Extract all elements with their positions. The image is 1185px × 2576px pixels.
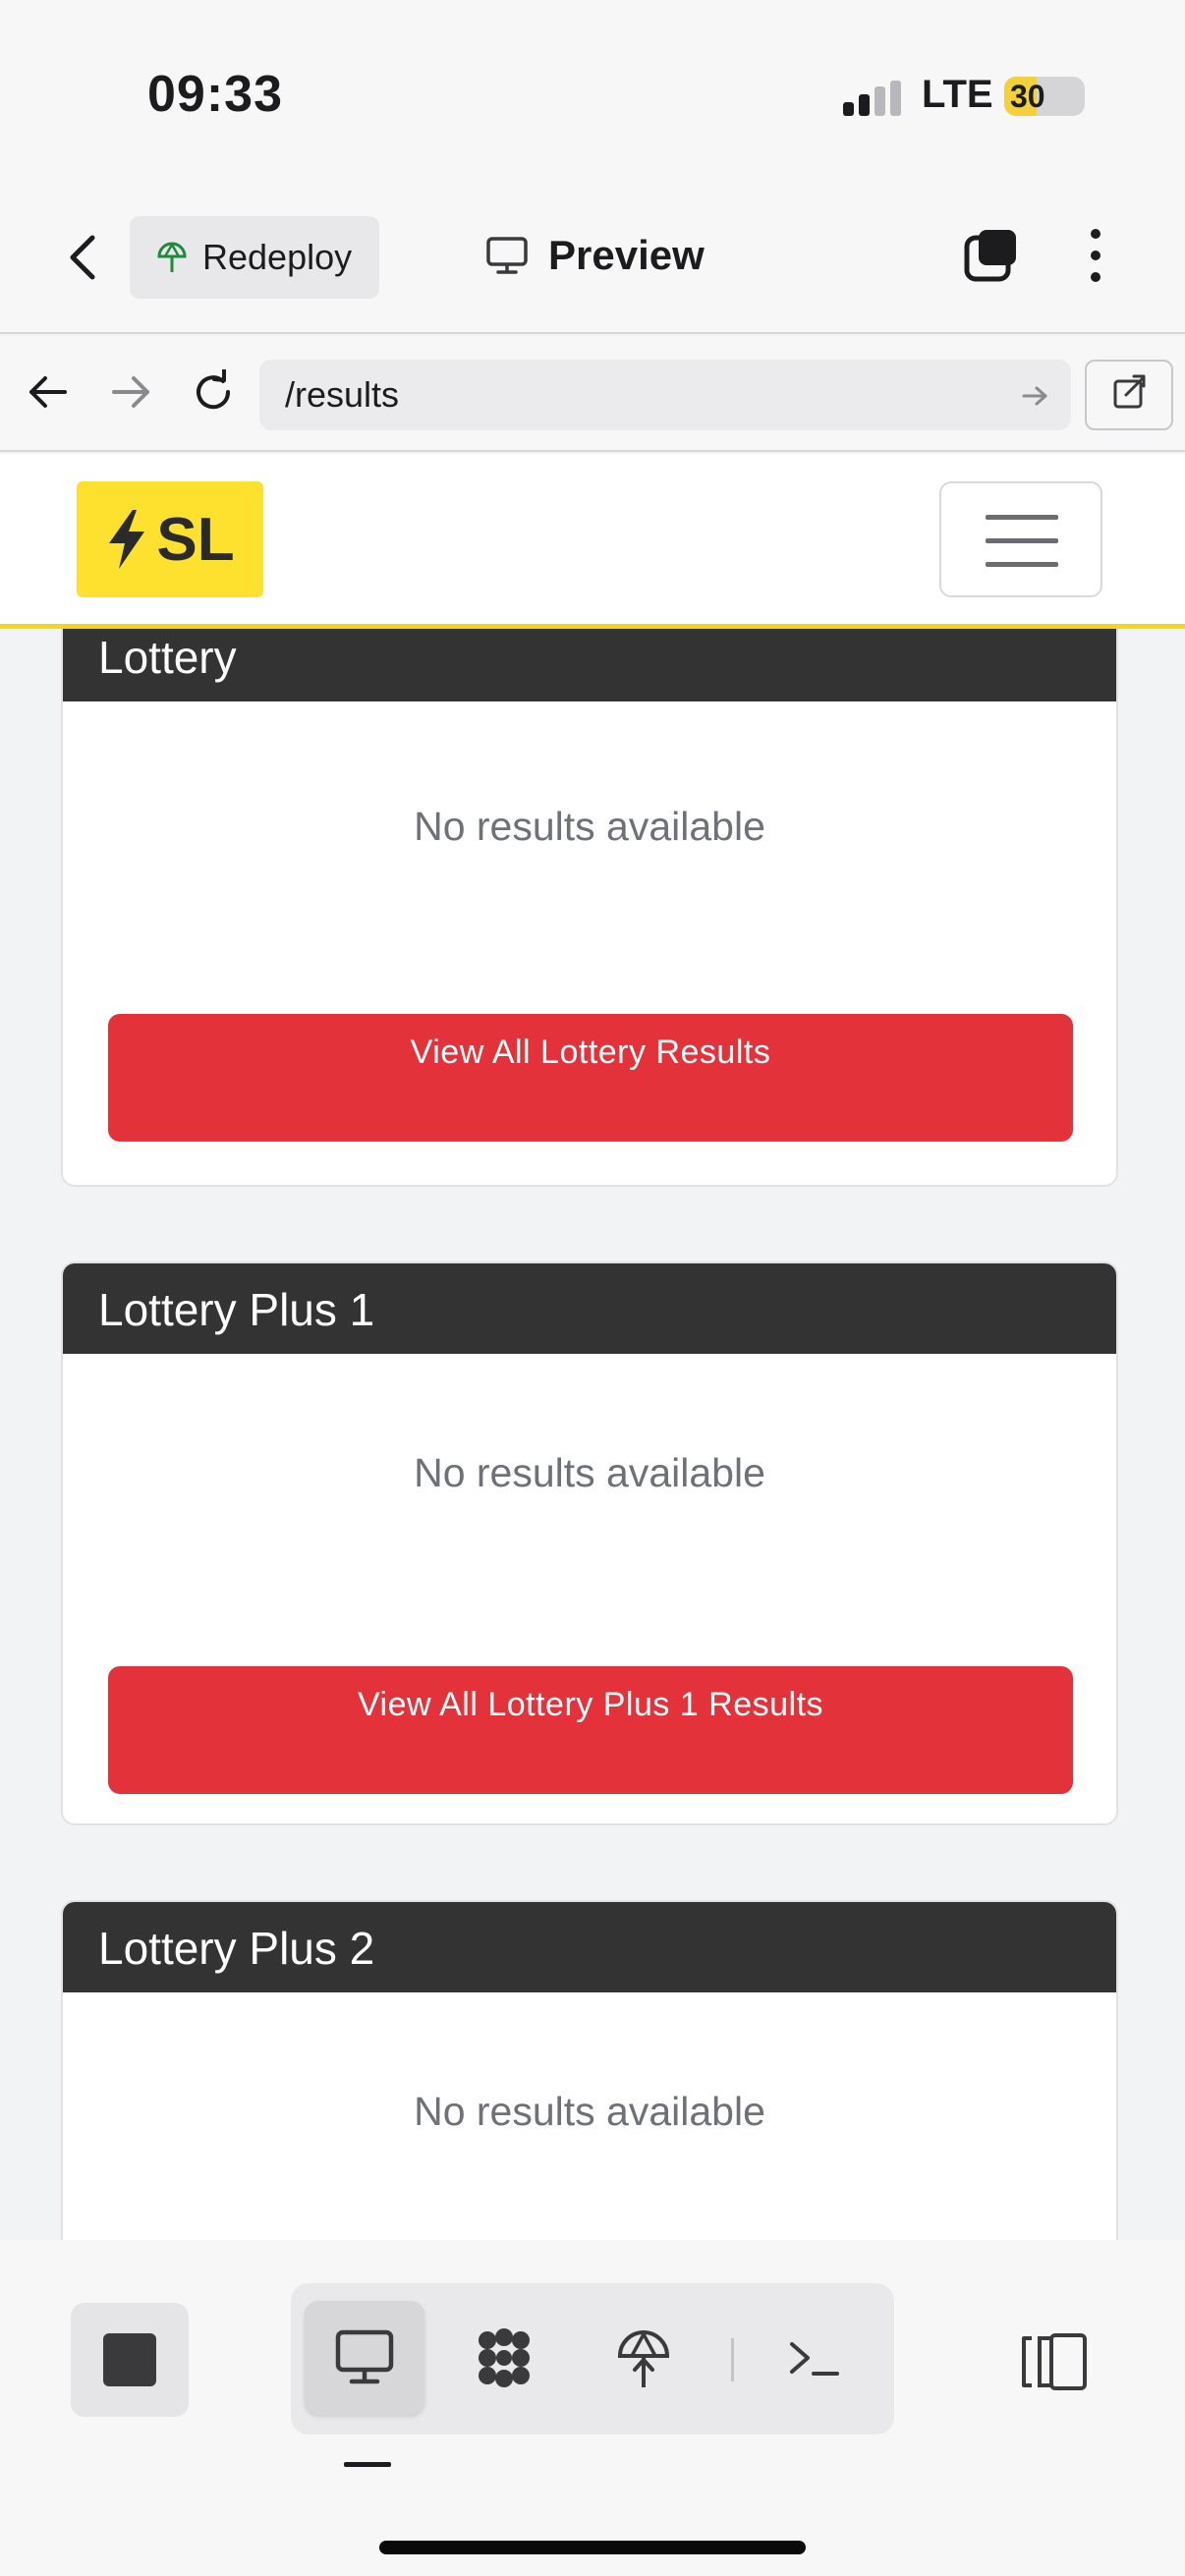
lightning-bolt-icon (109, 510, 145, 569)
battery-icon: 30 (1004, 77, 1085, 116)
arrow-right-icon (112, 376, 149, 408)
more-options-button[interactable] (1077, 226, 1114, 285)
url-text: /results (285, 374, 400, 415)
bottom-toolbar (0, 2240, 1185, 2576)
results-content[interactable]: Lottery No results available View All Lo… (0, 629, 1185, 2240)
view-switcher (291, 2283, 894, 2435)
external-link-icon (1113, 374, 1146, 409)
view-all-lottery-results-button[interactable]: View All Lottery Results (108, 1014, 1073, 1142)
battery-level: 30 (1010, 79, 1045, 114)
workspace-view-button[interactable] (444, 2301, 564, 2415)
status-bar: 09:33 LTE 30 (0, 0, 1185, 193)
go-arrow-icon[interactable] (1020, 381, 1049, 411)
divider (731, 2338, 734, 2381)
redeploy-button[interactable]: Redeploy (130, 216, 379, 299)
result-card-lottery-plus-2: Lottery Plus 2 No results available (61, 1900, 1118, 2240)
reload-button[interactable] (191, 369, 236, 415)
arrow-left-icon (29, 376, 67, 408)
result-card-lottery: Lottery No results available View All Lo… (61, 629, 1118, 1187)
menu-toggle-button[interactable] (939, 481, 1102, 597)
app-header: Redeploy Preview (0, 193, 1185, 334)
preview-title: Preview (485, 232, 705, 279)
hamburger-menu-icon (986, 515, 1058, 520)
url-input[interactable]: /results (259, 360, 1071, 430)
status-time: 09:33 (147, 66, 283, 123)
site-navbar: SL (0, 454, 1185, 629)
stop-icon (103, 2333, 156, 2386)
chevron-left-icon (70, 235, 95, 280)
desktop-view-button[interactable] (305, 2301, 424, 2415)
logo-text: SL (156, 505, 235, 574)
card-title: Lottery (63, 629, 1116, 701)
browser-back-button[interactable] (26, 369, 71, 415)
tabs-button[interactable] (963, 226, 1020, 285)
split-view-icon (1022, 2333, 1087, 2390)
open-external-button[interactable] (1085, 360, 1173, 430)
empty-message: No results available (414, 804, 765, 849)
shell-button[interactable] (757, 2301, 876, 2415)
tabs-icon (964, 230, 1016, 282)
preview-label: Preview (548, 232, 705, 278)
split-view-button[interactable] (1018, 2332, 1091, 2391)
desktop-icon (335, 2329, 394, 2384)
cellular-signal-icon (843, 81, 902, 116)
back-button[interactable] (59, 228, 110, 287)
browser-forward-button[interactable] (108, 369, 153, 415)
deploy-icon (617, 2330, 670, 2387)
browser-url-bar: /results (0, 336, 1185, 452)
monitor-icon (486, 237, 528, 274)
view-all-lottery-plus-1-results-button[interactable]: View All Lottery Plus 1 Results (108, 1666, 1073, 1794)
result-card-lottery-plus-1: Lottery Plus 1 No results available View… (61, 1261, 1118, 1825)
reload-icon (197, 369, 231, 410)
nodes-icon (479, 2328, 530, 2387)
empty-message: No results available (414, 2089, 765, 2134)
card-title: Lottery Plus 1 (63, 1263, 1116, 1354)
site-logo[interactable]: SL (77, 481, 263, 597)
active-view-indicator (344, 2462, 391, 2467)
stop-button[interactable] (71, 2303, 189, 2417)
deployments-button[interactable] (584, 2301, 704, 2415)
network-type: LTE (922, 73, 993, 116)
more-vertical-icon (1091, 229, 1100, 282)
redeploy-label: Redeploy (202, 237, 353, 277)
deploy-icon (157, 242, 187, 272)
home-indicator (379, 2541, 806, 2554)
card-title: Lottery Plus 2 (63, 1902, 1116, 1992)
empty-message: No results available (414, 1450, 765, 1495)
terminal-icon (790, 2342, 839, 2376)
